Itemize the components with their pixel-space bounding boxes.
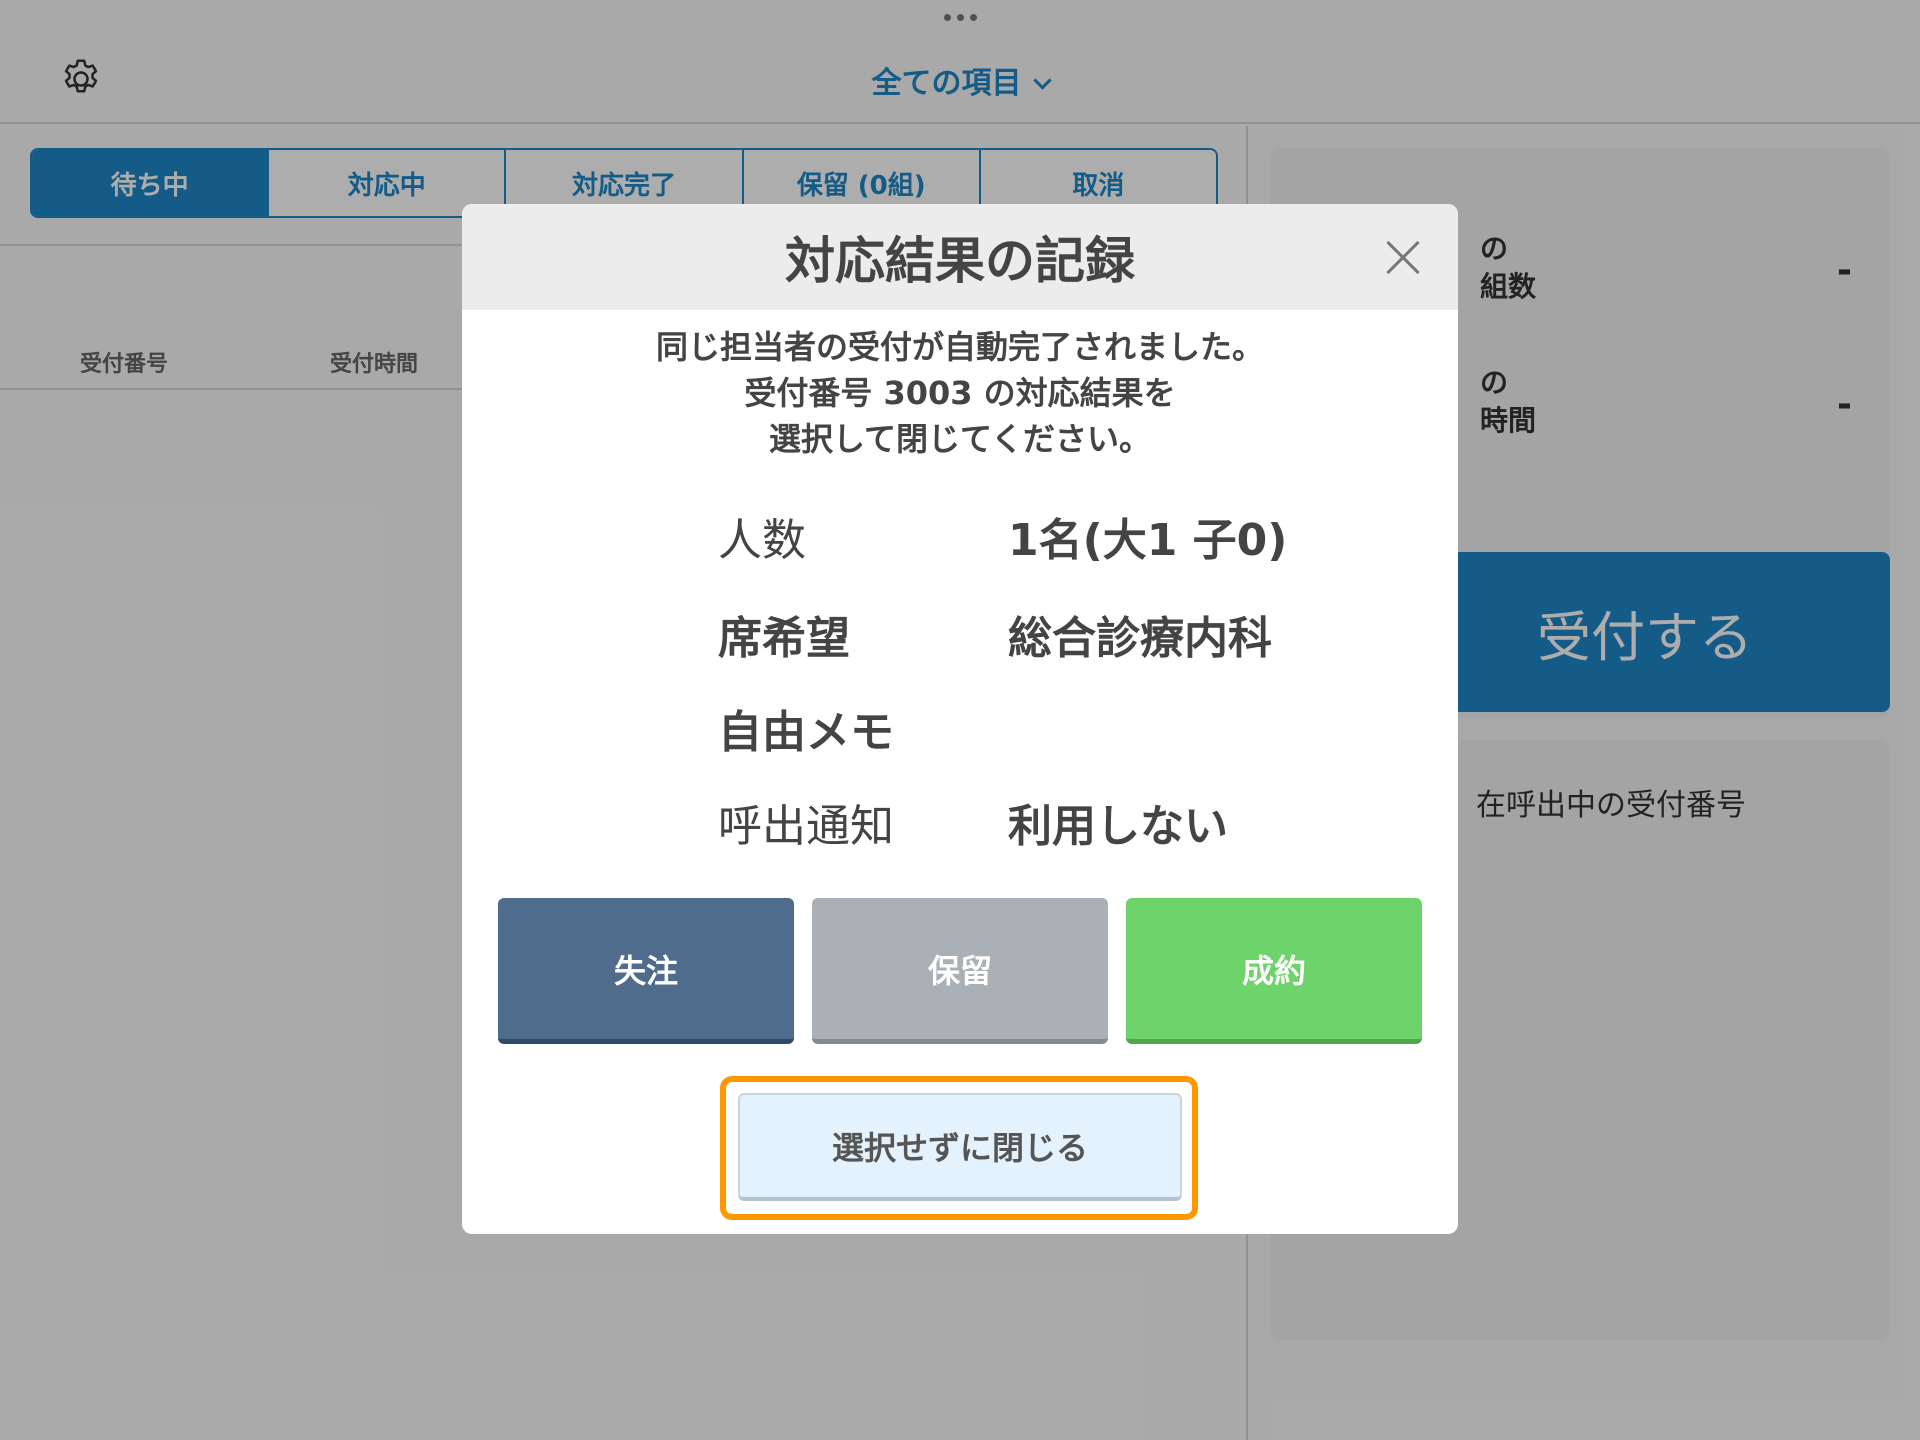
info-row-call-notification: 呼出通知 利用しない (718, 790, 1418, 852)
message-line: 同じ担当者の受付が自動完了されました。 (655, 328, 1264, 366)
dialog-header: 対応結果の記録 (462, 204, 1458, 310)
info-row-party-size: 人数 1名(大1 子0) (718, 504, 1418, 566)
hold-button[interactable]: 保留 (812, 898, 1108, 1044)
message-line: 受付番号 3003 の対応結果を (744, 374, 1176, 412)
dialog-title: 対応結果の記録 (785, 232, 1135, 290)
info-key: 席希望 (718, 613, 850, 664)
message-line: 選択して閉じてください。 (768, 420, 1152, 458)
close-without-selecting-button[interactable]: 選択せずに閉じる (738, 1093, 1182, 1201)
app-root: 全ての項目 待ち中 対応中 対応完了 保留 (0組) 取消 受付番号 受付時間 … (0, 0, 1920, 1440)
dialog-message: 同じ担当者の受付が自動完了されました。 受付番号 3003 の対応結果を 選択し… (462, 324, 1458, 462)
lost-button[interactable]: 失注 (498, 898, 794, 1044)
info-key: 人数 (718, 515, 806, 566)
info-value: 利用しない (1008, 801, 1228, 852)
info-value: 1名(大1 子0) (1008, 515, 1288, 566)
info-row-seat-preference: 席希望 総合診療内科 (718, 602, 1418, 664)
won-button[interactable]: 成約 (1126, 898, 1422, 1044)
close-icon[interactable] (1386, 240, 1420, 274)
info-key: 自由メモ (718, 707, 894, 758)
info-value: 総合診療内科 (1008, 613, 1272, 664)
info-key: 呼出通知 (718, 801, 894, 852)
info-row-free-memo: 自由メモ (718, 696, 1418, 758)
